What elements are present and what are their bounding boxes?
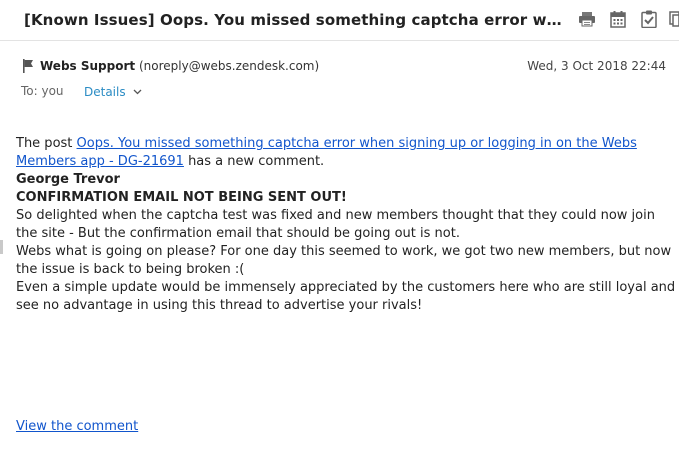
sender-name: Webs Support	[40, 59, 136, 73]
copy-icon[interactable]	[669, 8, 679, 30]
clipboard-check-icon[interactable]	[638, 8, 660, 30]
scroll-marker	[0, 240, 3, 254]
comment-headline: CONFIRMATION EMAIL NOT BEING SENT OUT!	[16, 190, 347, 205]
comment-paragraph: Even a simple update would be immensely …	[16, 280, 676, 313]
message-body: The post Oops. You missed something capt…	[16, 135, 676, 315]
printer-icon[interactable]	[576, 8, 598, 30]
comment-paragraph: Webs what is going on please? For one da…	[16, 244, 672, 277]
sender: Webs Support (noreply@webs.zendesk.com)	[40, 59, 319, 73]
view-comment-link[interactable]: View the comment	[16, 418, 138, 436]
details-toggle[interactable]: Details	[84, 84, 142, 99]
flag-icon[interactable]	[22, 58, 34, 77]
calendar-icon[interactable]	[607, 8, 629, 30]
message-date: Wed, 3 Oct 2018 22:44	[527, 59, 666, 73]
post-prefix: The post	[16, 136, 77, 151]
comment-author: George Trevor	[16, 172, 120, 187]
subject-bar: [Known Issues] Oops. You missed somethin…	[0, 0, 679, 41]
sender-email: (noreply@webs.zendesk.com)	[138, 59, 320, 73]
post-suffix: has a new comment.	[183, 154, 325, 169]
post-link[interactable]: Oops. You missed something captcha error…	[16, 136, 637, 169]
email-subject: [Known Issues] Oops. You missed somethin…	[24, 11, 564, 29]
post-notice: The post Oops. You missed something capt…	[16, 135, 676, 171]
message-toolbar	[576, 8, 679, 32]
comment-paragraph: So delighted when the captcha test was f…	[16, 208, 655, 241]
to-label: To: you	[21, 84, 64, 98]
chevron-down-icon	[133, 84, 142, 98]
details-label: Details	[84, 85, 126, 99]
